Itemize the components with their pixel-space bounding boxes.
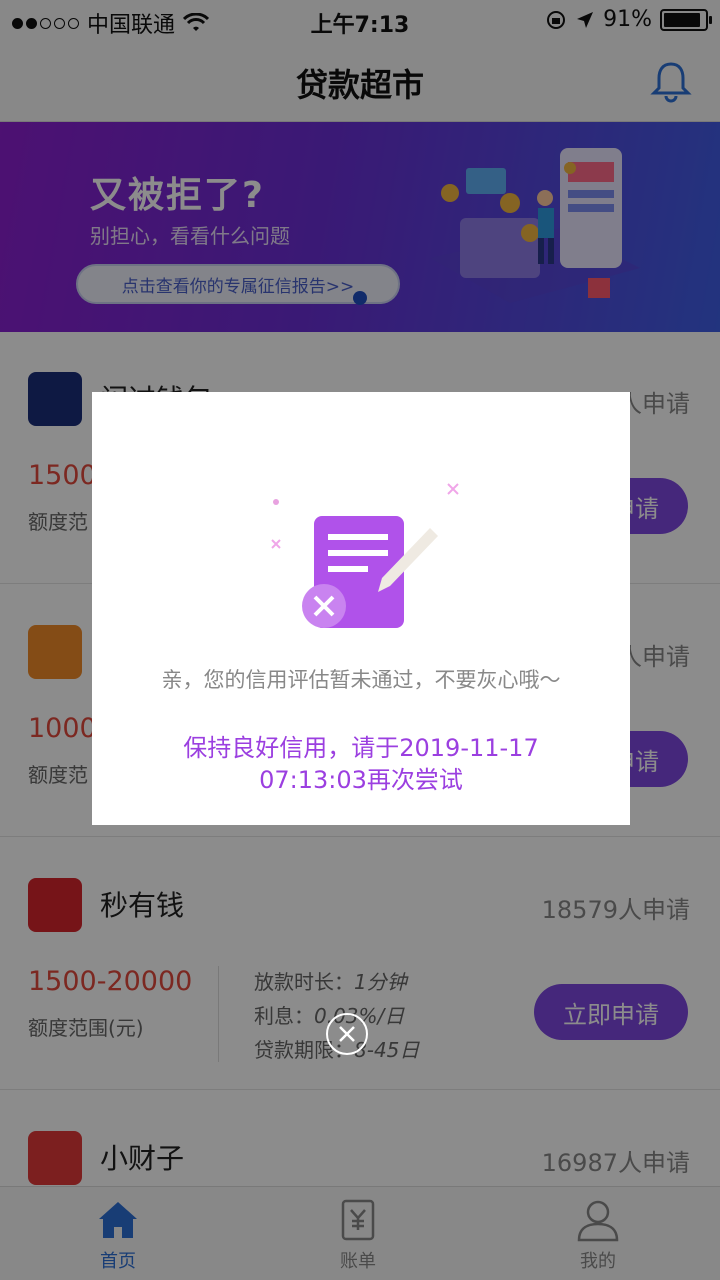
close-dialog-button[interactable] bbox=[326, 1013, 368, 1055]
retry-line-2: 07:13:03再次尝试 bbox=[259, 766, 463, 794]
rejected-document-icon bbox=[271, 483, 459, 628]
credit-rejected-dialog: 亲，您的信用评估暂未通过，不要灰心哦～ 保持良好信用，请于2019-11-17 … bbox=[92, 392, 630, 825]
close-icon bbox=[339, 1026, 355, 1042]
retry-line-1: 保持良好信用，请于2019-11-17 bbox=[183, 734, 539, 762]
dialog-message: 亲，您的信用评估暂未通过，不要灰心哦～ bbox=[161, 668, 561, 692]
retry-notice: 保持良好信用，请于2019-11-17 07:13:03再次尝试 bbox=[132, 732, 590, 796]
